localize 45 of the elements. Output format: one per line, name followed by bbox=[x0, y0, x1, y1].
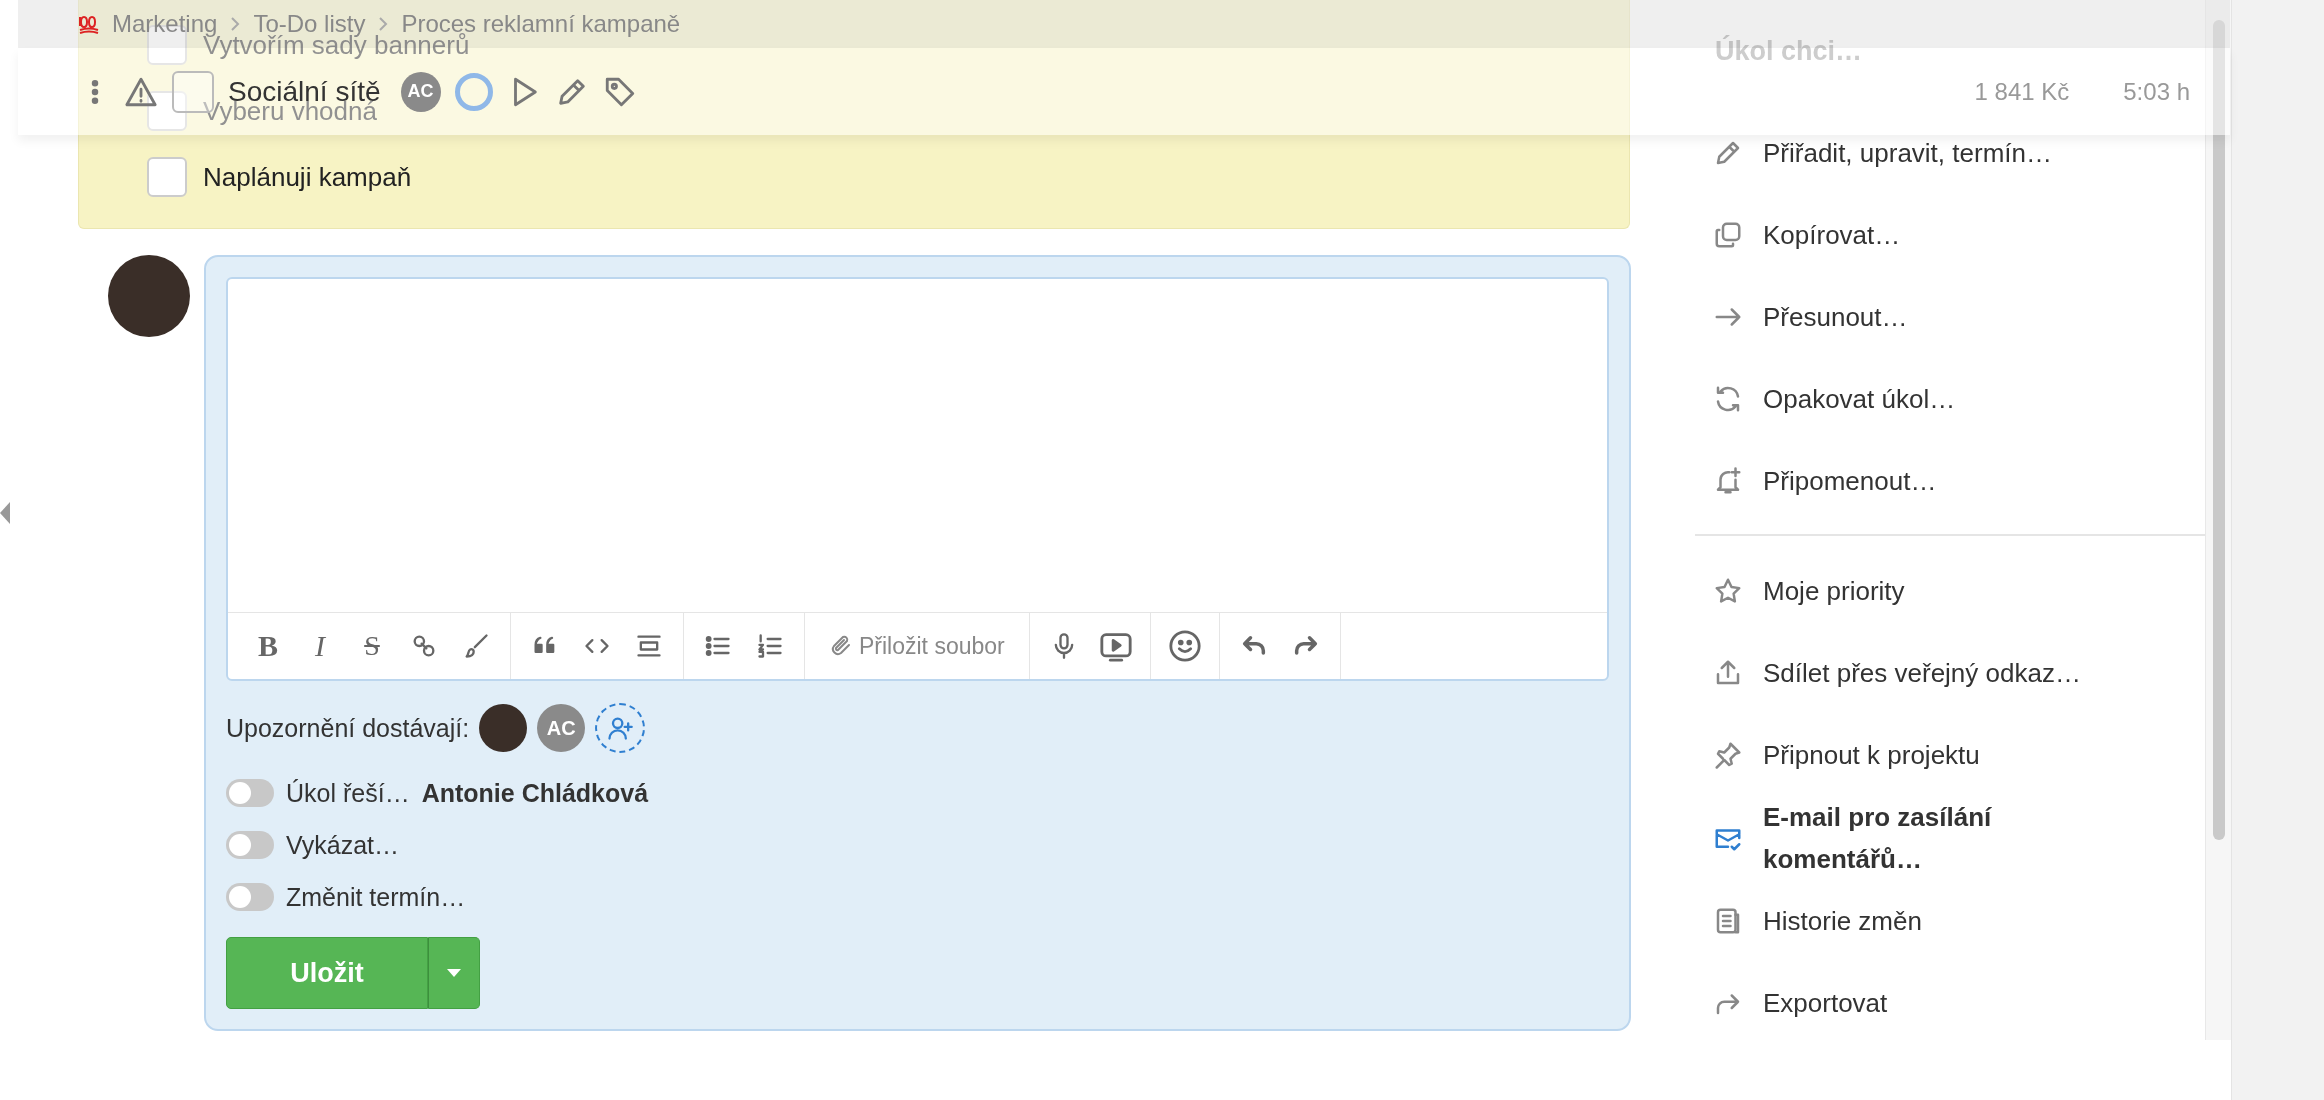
chevron-icon bbox=[229, 16, 242, 32]
checkbox[interactable] bbox=[147, 157, 187, 197]
collapse-handle-icon[interactable] bbox=[0, 502, 10, 524]
notify-label: Upozornění dostávají: bbox=[226, 713, 470, 743]
task-time: 5:03 h bbox=[2123, 77, 2190, 106]
menu-item[interactable]: Opakovat úkol… bbox=[1695, 358, 2205, 440]
toggle-switch[interactable] bbox=[226, 831, 274, 859]
add-person-button[interactable] bbox=[595, 703, 646, 753]
menu-item[interactable]: Exportovat bbox=[1695, 962, 2205, 1044]
paperclip-icon bbox=[829, 634, 853, 658]
checkbox[interactable] bbox=[147, 91, 187, 131]
chevron-icon bbox=[377, 16, 390, 32]
toggle-switch[interactable] bbox=[226, 883, 274, 911]
pin-icon bbox=[1713, 740, 1743, 770]
bold-button[interactable]: B bbox=[244, 622, 292, 670]
caret-icon bbox=[447, 969, 461, 977]
smiley-icon bbox=[1167, 629, 1202, 663]
menu-item[interactable]: Připnout k projektu bbox=[1695, 714, 2205, 796]
scrollbar-thumb[interactable] bbox=[2213, 20, 2225, 840]
menu-item[interactable]: Sdílet přes veřejný odkaz… bbox=[1695, 632, 2205, 714]
menu-item[interactable]: Přiřadit, upravit, termín… bbox=[1695, 112, 2205, 194]
hundred-emoji-icon bbox=[78, 14, 100, 34]
option-label: Změnit termín… bbox=[286, 882, 466, 912]
numbered-list-icon bbox=[756, 632, 784, 660]
menu-item[interactable]: Připomenout… bbox=[1695, 440, 2205, 522]
menu-item[interactable]: E-mail pro zasílání komentářů… bbox=[1695, 796, 2205, 880]
brush-icon bbox=[462, 632, 490, 660]
italic-button[interactable]: I bbox=[296, 622, 344, 670]
comment-editor[interactable]: B I S Přiložit soubor bbox=[226, 277, 1609, 681]
menu-item[interactable]: Moje priority bbox=[1695, 550, 2205, 632]
avatar-photo[interactable] bbox=[479, 704, 528, 752]
menu-item[interactable]: Historie změn bbox=[1695, 880, 2205, 962]
strike-button[interactable]: S bbox=[348, 622, 396, 670]
option-label: Vykázat… bbox=[286, 830, 399, 860]
toggle-switch[interactable] bbox=[226, 779, 274, 807]
menu-item[interactable]: Kopírovat… bbox=[1695, 194, 2205, 276]
assignee-name: Antonie Chládková bbox=[421, 778, 649, 808]
attach-file-button[interactable]: Přiložit soubor bbox=[815, 622, 1019, 670]
copy-icon bbox=[1713, 220, 1743, 250]
star-icon bbox=[1713, 576, 1743, 606]
checklist-item-label: Naplánuji kampaň bbox=[203, 161, 412, 193]
menu-item[interactable]: Přesunout… bbox=[1695, 276, 2205, 358]
task-price: 1 841 Kč bbox=[1974, 77, 2070, 106]
option-label: Úkol řeší… bbox=[286, 778, 410, 808]
progress-ring-icon bbox=[454, 72, 493, 111]
